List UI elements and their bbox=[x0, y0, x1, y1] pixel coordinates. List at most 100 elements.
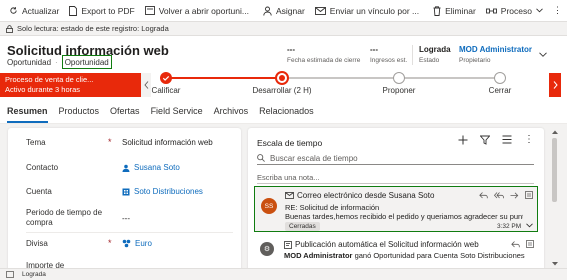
email-body-preview: Buenas tardes,hemos recibido el pedido y… bbox=[285, 212, 523, 221]
email-actions bbox=[479, 191, 533, 199]
stage-connector-done bbox=[166, 77, 282, 79]
post-author: MOD Administrator bbox=[284, 251, 353, 260]
more-options-icon[interactable]: ⋮ bbox=[524, 134, 534, 145]
refresh-icon bbox=[9, 6, 18, 15]
assign-icon bbox=[263, 6, 272, 16]
reopen-opportunity-label: Volver a abrir oportuni... bbox=[158, 5, 249, 16]
email-timestamp: 3:32 PM bbox=[497, 223, 533, 230]
stage-label: Desarrollar (2 H) bbox=[252, 86, 312, 95]
email-subject: RE: Solicitud de información bbox=[285, 203, 380, 212]
auto-post-icon: ⚙ bbox=[260, 242, 274, 256]
summary-section: Tema * Solicitud información web Contact… bbox=[8, 128, 241, 280]
account-icon bbox=[122, 188, 130, 196]
chevron-left-icon bbox=[143, 81, 149, 89]
tab-ofertas[interactable]: Ofertas bbox=[110, 98, 140, 124]
search-icon bbox=[257, 154, 265, 162]
more-commands-button[interactable]: ⋮ bbox=[548, 0, 567, 22]
command-bar: Actualizar Export to PDF Volver a abrir … bbox=[0, 0, 567, 22]
forward-icon[interactable] bbox=[510, 191, 519, 199]
assign-button[interactable]: Asignar bbox=[258, 0, 310, 22]
process-prev-button[interactable] bbox=[141, 73, 151, 97]
page-scrollbar[interactable] bbox=[551, 128, 559, 268]
contact-icon bbox=[122, 164, 130, 172]
timeline-title: Escala de tiempo bbox=[257, 138, 323, 148]
header-field-status: Lograda Estado bbox=[419, 45, 451, 64]
scroll-thumb[interactable] bbox=[552, 138, 557, 202]
post-header: Publicación automática el Solicitud info… bbox=[284, 240, 479, 249]
timeline-email-item[interactable]: SS Correo electrónico desde Susana Soto … bbox=[254, 186, 538, 232]
delete-button[interactable]: Eliminar bbox=[428, 0, 481, 22]
field-value-contacto[interactable]: Susana Soto bbox=[122, 163, 180, 172]
process-label: Proceso bbox=[500, 5, 532, 16]
header-field-owner: MOD Administrator Propietario bbox=[459, 45, 533, 64]
email-header: Correo electrónico desde Susana Soto bbox=[285, 191, 434, 200]
process-button[interactable]: Proceso bbox=[481, 0, 548, 22]
stage-complete-icon bbox=[160, 72, 172, 84]
tab-relacionados[interactable]: Relacionados bbox=[259, 98, 314, 124]
entity-name: Oportunidad bbox=[7, 58, 52, 67]
required-marker: * bbox=[108, 238, 112, 248]
stage-label: Proponer bbox=[382, 86, 416, 95]
send-link-button[interactable]: Enviar un vínculo por ... bbox=[310, 0, 424, 22]
process-name: Proceso de venta de clie... bbox=[5, 75, 94, 84]
field-value-periodo[interactable]: --- bbox=[122, 214, 130, 223]
refresh-button[interactable]: Actualizar bbox=[4, 0, 64, 22]
field-value-cuenta[interactable]: Soto Distribuciones bbox=[122, 187, 203, 196]
tab-field-service[interactable]: Field Service bbox=[151, 98, 203, 124]
stage-active-icon bbox=[275, 71, 289, 85]
tab-productos[interactable]: Productos bbox=[59, 98, 100, 124]
header-divider bbox=[412, 45, 413, 65]
process-flag[interactable]: Proceso de venta de clie... Activo duran… bbox=[0, 73, 141, 97]
field-value-tema[interactable]: Solicitud información web bbox=[122, 138, 213, 147]
form-selector[interactable]: Oportunidad bbox=[61, 55, 112, 69]
tab-archivos[interactable]: Archivos bbox=[214, 98, 249, 124]
expand-header-icon[interactable] bbox=[539, 52, 547, 57]
reply-icon[interactable] bbox=[511, 240, 520, 248]
reopen-icon bbox=[144, 6, 155, 15]
stage-pending-icon bbox=[393, 72, 405, 84]
stage-connector-pending bbox=[282, 77, 500, 79]
required-marker: * bbox=[108, 137, 112, 147]
list-view-icon[interactable] bbox=[502, 134, 512, 145]
status-text: Lograda bbox=[22, 271, 46, 278]
separator: · bbox=[55, 58, 58, 67]
record-header: Solicitud información web Oportunidad · … bbox=[0, 36, 567, 72]
tab-resumen[interactable]: Resumen bbox=[7, 98, 48, 124]
open-in-window-icon[interactable] bbox=[6, 271, 14, 278]
stage-pending-icon bbox=[494, 72, 506, 84]
send-link-label: Enviar un vínculo por ... bbox=[329, 5, 420, 16]
field-value-divisa[interactable]: Euro bbox=[122, 239, 152, 248]
status-badge: Cerradas bbox=[285, 222, 320, 231]
post-icon bbox=[284, 240, 292, 249]
filter-icon[interactable] bbox=[480, 134, 490, 145]
open-record-icon[interactable] bbox=[526, 240, 534, 248]
email-icon bbox=[285, 192, 294, 199]
open-record-icon[interactable] bbox=[525, 191, 533, 199]
more-icon: ⋮ bbox=[552, 5, 562, 15]
refresh-label: Actualizar bbox=[22, 5, 60, 16]
readonly-text: Solo lectura: estado de este registro: L… bbox=[17, 24, 169, 33]
reopen-opportunity-button[interactable]: Volver a abrir oportuni... bbox=[140, 0, 254, 22]
chevron-down-icon bbox=[536, 8, 543, 13]
post-body: MOD Administrator ganó Oportunidad para … bbox=[284, 251, 525, 260]
email-link-icon bbox=[314, 6, 326, 15]
scroll-up-icon[interactable] bbox=[552, 130, 558, 134]
field-label: Periodo de tiempo de compra bbox=[26, 208, 103, 227]
export-pdf-button[interactable]: Export to PDF bbox=[64, 0, 139, 22]
scroll-down-icon[interactable] bbox=[552, 262, 558, 266]
process-duration: Activo durante 3 horas bbox=[5, 85, 81, 94]
note-input[interactable]: Escriba una nota... bbox=[257, 173, 534, 184]
reply-icon[interactable] bbox=[479, 191, 488, 199]
add-icon[interactable] bbox=[458, 134, 468, 145]
section-divider bbox=[26, 232, 233, 233]
timeline-search[interactable]: Buscar escala de tiempo bbox=[257, 152, 534, 165]
reply-all-icon[interactable] bbox=[494, 191, 504, 199]
form-tabs: Resumen Productos Ofertas Field Service … bbox=[0, 98, 567, 124]
header-field-revenue: --- Ingresos est. bbox=[370, 45, 408, 64]
search-placeholder: Buscar escala de tiempo bbox=[270, 153, 358, 163]
chevron-down-icon[interactable] bbox=[526, 223, 533, 228]
status-bar: Lograda bbox=[0, 268, 567, 280]
process-next-button[interactable] bbox=[549, 73, 561, 97]
avatar: SS bbox=[261, 198, 277, 214]
currency-icon bbox=[122, 239, 131, 248]
